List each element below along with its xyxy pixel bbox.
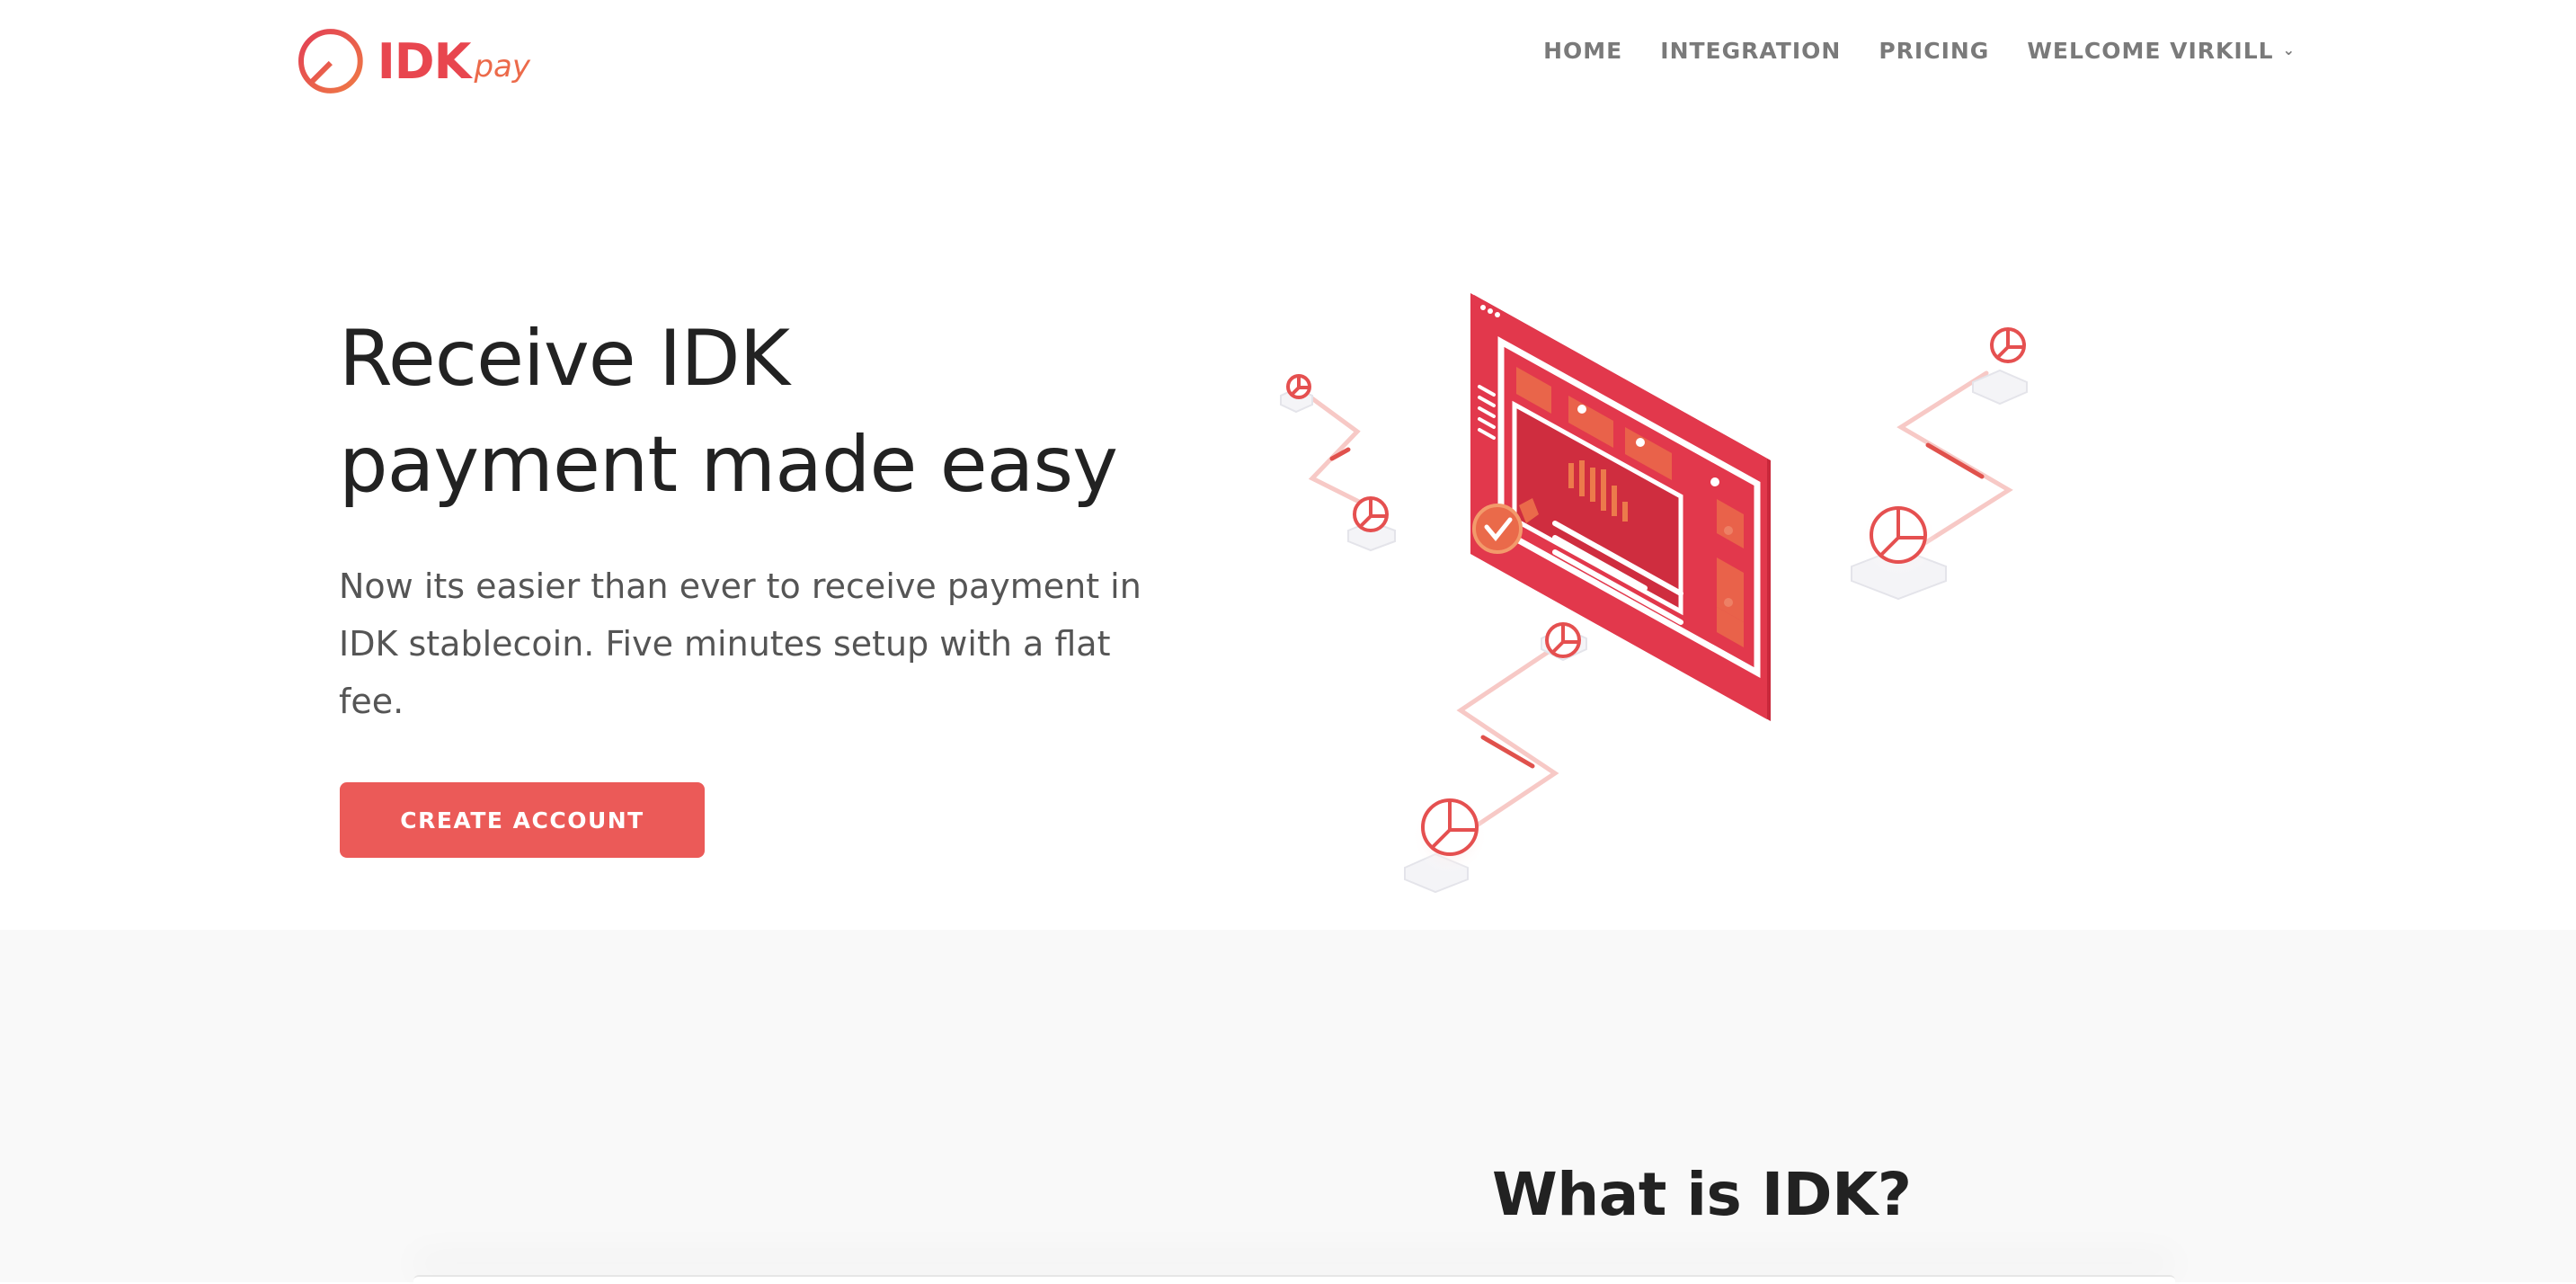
hero-subtitle: Now its easier than ever to receive paym… (339, 566, 1141, 721)
hero-title: Receive IDK payment made easy (339, 306, 1220, 518)
hero-illustration (1258, 270, 2067, 917)
about-title: What is IDK? (1492, 1160, 1912, 1229)
main-nav: HOME INTEGRATION PRICING WELCOME VIRKILL… (1543, 38, 2296, 64)
hero-title-line1: Receive IDK (339, 314, 790, 404)
isometric-dashboard-illustration (1280, 293, 2028, 894)
nav-user-menu[interactable]: WELCOME VIRKILL ⌄ (2027, 38, 2296, 64)
logo-pie-icon (298, 29, 363, 94)
chevron-down-icon: ⌄ (2282, 41, 2296, 58)
nav-integration[interactable]: INTEGRATION (1660, 38, 1841, 64)
logo-suffix: pay (474, 49, 530, 85)
create-account-button[interactable]: CREATE ACCOUNT (340, 782, 705, 858)
logo[interactable]: IDK pay (297, 25, 530, 97)
content-card-edge (413, 1275, 2175, 1284)
nav-home[interactable]: HOME (1543, 38, 1622, 64)
nav-pricing[interactable]: PRICING (1879, 38, 1989, 64)
nav-user-label: WELCOME VIRKILL (2027, 38, 2274, 64)
logo-text: IDK (377, 32, 472, 90)
about-section (0, 930, 2576, 1282)
site-header: IDK pay HOME INTEGRATION PRICING WELCOME… (0, 0, 2576, 108)
hero-title-line2: payment made easy (339, 420, 1118, 510)
